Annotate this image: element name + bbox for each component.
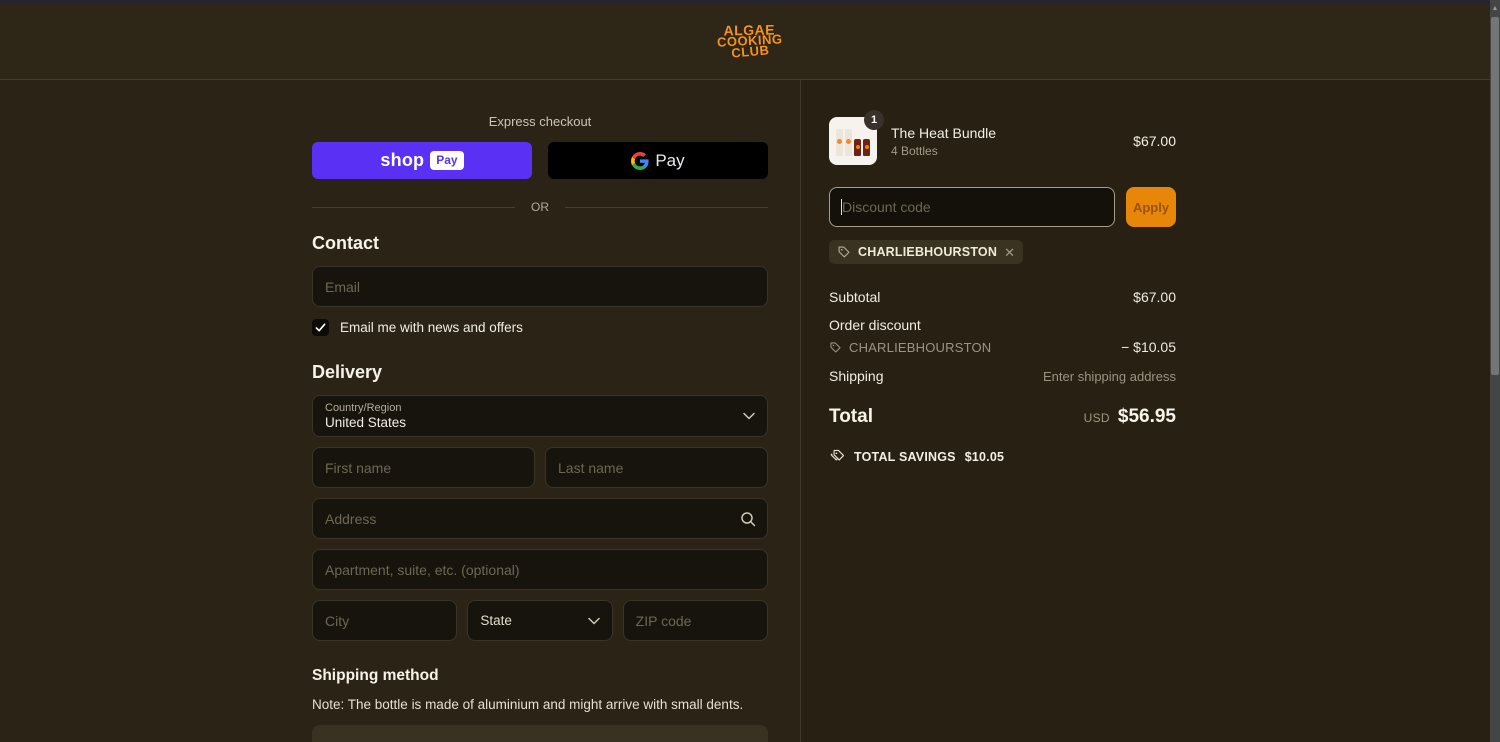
contact-heading: Contact	[312, 233, 379, 253]
bottle-graphic	[854, 139, 861, 156]
discount-chip: CHARLIEBHOURSTON ✕	[829, 240, 1023, 264]
order-discount-label: Order discount	[829, 317, 921, 333]
shipping-method-heading: Shipping method	[312, 667, 439, 684]
shop-pay-button[interactable]: shop Pay	[312, 142, 532, 179]
divider-line	[312, 206, 515, 208]
product-variant: 4 Bottles	[891, 143, 938, 158]
order-summary-panel: 1 The Heat Bundle 4 Bottles $67.00 Apply	[800, 80, 1500, 742]
checkout-main: Express checkout shop Pay Pay OR Contact…	[0, 80, 1500, 742]
tag-icon	[838, 246, 850, 258]
address-field-wrap	[312, 498, 768, 539]
google-pay-wordmark: Pay	[655, 150, 685, 170]
state-select-value: State	[480, 613, 512, 628]
zip-field[interactable]	[622, 600, 768, 641]
search-icon	[741, 511, 756, 526]
applied-discounts: CHARLIEBHOURSTON ✕	[829, 240, 1176, 264]
last-name-field[interactable]	[545, 447, 768, 488]
cart-line-item: 1 The Heat Bundle 4 Bottles $67.00	[829, 110, 1176, 165]
city-state-zip-row: State	[312, 600, 768, 641]
discount-code-input[interactable]	[829, 187, 1115, 227]
google-pay-button[interactable]: Pay	[548, 142, 768, 179]
shipping-label: Shipping	[829, 368, 884, 384]
totals-section: Subtotal $67.00 Order discount CHARLIEBH…	[829, 289, 1176, 465]
product-thumbnail: 1	[829, 110, 884, 165]
or-text: OR	[531, 200, 549, 214]
checkmark-icon	[315, 323, 326, 332]
order-discount-code: CHARLIEBHOURSTON	[849, 339, 992, 355]
quantity-badge: 1	[864, 110, 884, 130]
logo-line-1: ALGAE	[723, 21, 776, 39]
scroll-up-icon[interactable]: ▲	[1490, 0, 1500, 17]
shipping-method-note: Note: The bottle is made of aluminium an…	[312, 697, 744, 712]
discount-code-row: Apply	[829, 187, 1176, 227]
remove-discount-icon[interactable]: ✕	[1004, 246, 1015, 259]
bottle-graphic	[845, 129, 852, 156]
name-fields-row	[312, 447, 768, 488]
total-label: Total	[829, 406, 873, 427]
shop-pay-badge: Pay	[430, 151, 464, 170]
newsletter-row: Email me with news and offers	[312, 319, 768, 336]
subtotal-row: Subtotal $67.00	[829, 289, 1176, 305]
order-discount-value: − $10.05	[1121, 339, 1176, 355]
subtotal-label: Subtotal	[829, 289, 881, 305]
email-field[interactable]	[312, 266, 768, 307]
product-price: $67.00	[1133, 133, 1176, 149]
address-field[interactable]	[312, 498, 768, 539]
divider-line	[565, 206, 768, 208]
total-savings-value: $10.05	[964, 450, 1005, 464]
scrollbar-thumb[interactable]	[1491, 17, 1499, 375]
total-value: $56.95	[1117, 406, 1176, 427]
express-pay-buttons: shop Pay Pay	[312, 142, 768, 179]
chevron-down-icon	[743, 412, 755, 420]
text-caret	[841, 199, 842, 215]
delivery-heading: Delivery	[312, 362, 383, 382]
total-savings-label: TOTAL SAVINGS	[854, 450, 956, 464]
order-discount-row: Order discount CHARLIEBHOURSTON − $10.05	[829, 317, 1176, 355]
discount-input-wrap	[829, 187, 1115, 227]
discount-chip-code: CHARLIEBHOURSTON	[858, 245, 998, 259]
first-name-field[interactable]	[312, 447, 535, 488]
newsletter-checkbox[interactable]	[312, 319, 329, 336]
total-row: Total USD $56.95	[829, 406, 1176, 428]
currency-code: USD	[1083, 411, 1110, 425]
product-info: The Heat Bundle 4 Bottles	[891, 125, 1119, 158]
shop-pay-wordmark: shop	[380, 150, 425, 170]
bottle-graphic	[863, 139, 870, 156]
newsletter-label: Email me with news and offers	[340, 320, 523, 335]
shipping-value: Enter shipping address	[1043, 369, 1176, 384]
store-logo[interactable]: ALGAE COOKING CLUB	[716, 21, 783, 60]
apply-discount-button[interactable]: Apply	[1126, 187, 1176, 227]
or-divider: OR	[312, 200, 768, 214]
chevron-down-icon	[587, 617, 600, 624]
checkout-header: ALGAE COOKING CLUB	[0, 3, 1500, 80]
country-select-label: Country/Region	[325, 402, 402, 414]
checkout-form-panel: Express checkout shop Pay Pay OR Contact…	[0, 80, 800, 742]
country-select[interactable]: Country/Region United States	[312, 395, 768, 437]
subtotal-value: $67.00	[1133, 289, 1176, 305]
city-field[interactable]	[312, 600, 458, 641]
apartment-field[interactable]	[312, 549, 768, 590]
scrollbar[interactable]: ▲	[1490, 0, 1500, 742]
total-savings-row: TOTAL SAVINGS $10.05	[829, 449, 1176, 465]
shipping-method-empty-state: Enter your shipping address to view avai…	[312, 725, 768, 742]
bottle-graphic	[836, 129, 843, 156]
country-select-value: United States	[325, 415, 407, 430]
product-title: The Heat Bundle	[891, 124, 997, 141]
tag-icon	[830, 341, 841, 353]
google-g-icon	[631, 151, 649, 170]
state-select[interactable]: State	[467, 600, 613, 641]
express-checkout-label: Express checkout	[488, 114, 592, 129]
shipping-row: Shipping Enter shipping address	[829, 368, 1176, 384]
savings-tags-icon	[830, 449, 845, 461]
